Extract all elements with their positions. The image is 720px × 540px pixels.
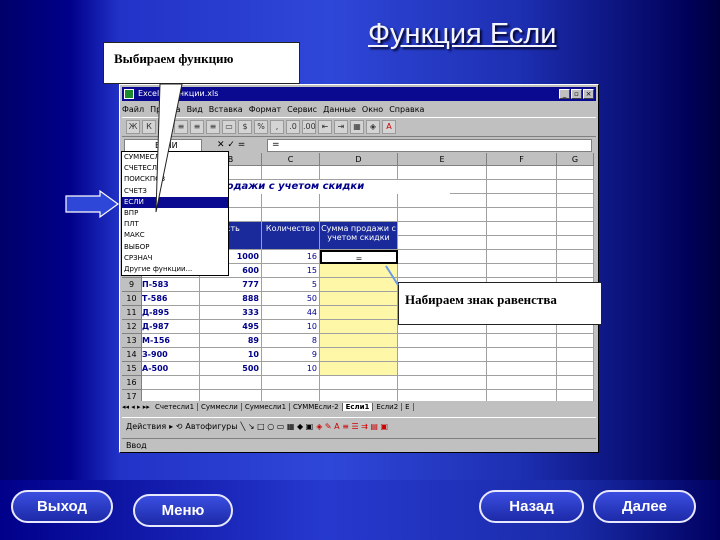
callout-pointer xyxy=(155,83,183,213)
exit-button[interactable]: Выход xyxy=(11,490,113,523)
back-button[interactable]: Назад xyxy=(479,490,584,523)
menu-button[interactable]: Меню xyxy=(133,494,233,527)
annotation-overlay xyxy=(65,83,399,286)
arrow-right-icon xyxy=(65,189,120,219)
callout-connector xyxy=(385,265,399,286)
next-button[interactable]: Далее xyxy=(593,490,696,523)
